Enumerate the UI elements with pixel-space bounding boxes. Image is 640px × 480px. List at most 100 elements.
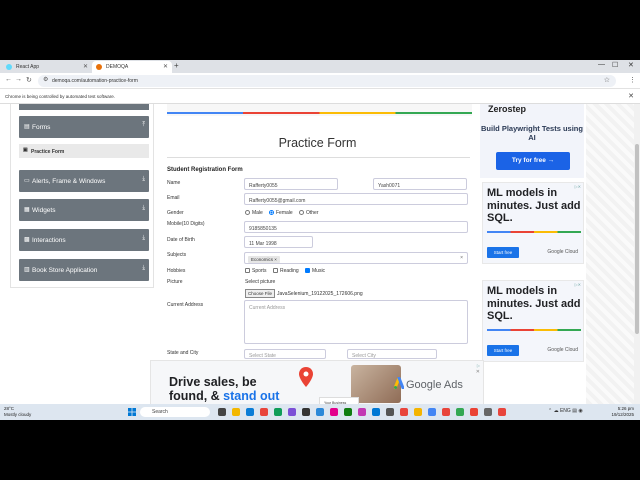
address-row: ← → ↻ ⚙ demoqa.com/automation-practice-f… <box>0 73 640 89</box>
hobby-reading-checkbox[interactable]: Reading <box>273 268 299 274</box>
chip-label: Economics <box>251 257 274 262</box>
ad-google-cloud[interactable]: ▷✕ ML models in minutes. Just add SQL. S… <box>482 280 584 362</box>
close-icon[interactable]: ✕ <box>163 63 168 70</box>
browser-window: React App ✕ DEMOQA ✕ + — ☐ ✕ ← → ↻ ⚙ dem… <box>0 60 640 420</box>
radio-icon <box>299 210 304 215</box>
app-icon[interactable] <box>358 408 366 416</box>
app-icon[interactable] <box>330 408 338 416</box>
google-ads-logo-icon <box>394 377 404 389</box>
app-icon[interactable] <box>302 408 310 416</box>
hobby-music-checkbox[interactable]: Music <box>305 268 325 274</box>
tab-demoqa[interactable]: DEMOQA ✕ <box>92 61 172 73</box>
app-icon[interactable] <box>288 408 296 416</box>
chevron-down-icon: ⤓ <box>142 176 145 182</box>
terminal-icon[interactable] <box>386 408 394 416</box>
city-select[interactable]: Select City <box>347 349 437 359</box>
chrome-icon[interactable] <box>260 408 268 416</box>
automation-notice: Chrome is being controlled by automated … <box>5 94 116 99</box>
task-view-icon[interactable] <box>218 408 226 416</box>
scrollbar-thumb[interactable] <box>635 144 639 334</box>
choose-file-button[interactable]: Choose File <box>245 289 276 298</box>
sidebar-group-forms[interactable]: ▤ Forms ⤒ <box>19 116 149 138</box>
sidebar-group-alerts[interactable]: ▭ Alerts, Frame & Windows ⤓ <box>19 170 149 192</box>
last-name-input[interactable]: Yash0071 <box>373 178 467 190</box>
page-scrollbar[interactable] <box>634 104 640 420</box>
hobbies-label: Hobbies <box>167 268 186 274</box>
ad-info-icon[interactable]: ▷ <box>477 363 480 368</box>
bookmark-star-icon[interactable]: ☆ <box>604 76 610 84</box>
automation-infobar: Chrome is being controlled by automated … <box>0 90 640 104</box>
close-icon[interactable]: ✕ <box>476 369 480 375</box>
file-upload[interactable]: Choose File JavaSelenium_19122025_172606.… <box>245 289 363 298</box>
tab-react-app[interactable]: React App ✕ <box>2 61 92 73</box>
state-select[interactable]: Select State <box>244 349 326 359</box>
start-free-button[interactable]: Start free <box>487 345 519 356</box>
address-bar[interactable]: ⚙ demoqa.com/automation-practice-form ☆ <box>38 75 616 87</box>
tray-icons[interactable]: ⌃ ☁ ENG ▤ ◉ <box>548 408 583 414</box>
chrome-icon[interactable] <box>400 408 408 416</box>
ad-zerostep[interactable]: Zerostep Build Playwright Tests using AI… <box>480 104 584 178</box>
start-free-button[interactable]: Start free <box>487 247 519 258</box>
weather-widget[interactable]: 28°C Mostly cloudy <box>4 406 31 417</box>
sidebar-group-book-store[interactable]: ▥ Book Store Application ⤓ <box>19 259 149 281</box>
new-tab-icon[interactable]: + <box>174 61 179 70</box>
sidebar-item-practice-form[interactable]: ▣ Practice Form <box>19 144 149 158</box>
reload-icon[interactable]: ↻ <box>26 76 32 84</box>
file-explorer-icon[interactable] <box>232 408 240 416</box>
gender-label: Gender <box>167 210 184 216</box>
name-label: Name <box>167 180 181 186</box>
sidebar-group-widgets[interactable]: ▦ Widgets ⤓ <box>19 199 149 221</box>
try-for-free-button[interactable]: Try for free → <box>496 152 570 170</box>
subjects-label: Subjects <box>167 252 187 258</box>
maximize-icon[interactable]: ☐ <box>612 61 618 69</box>
picture-label: Picture <box>167 279 183 285</box>
forward-icon[interactable]: → <box>15 76 22 83</box>
taskbar-search[interactable]: Search <box>140 407 210 417</box>
edge-icon[interactable] <box>246 408 254 416</box>
tray-clock[interactable]: 5:26 pm 19/12/2025 <box>611 406 634 417</box>
dob-input[interactable]: 11 Mar 1998 <box>244 236 313 248</box>
address-textarea[interactable]: Current Address <box>244 300 468 344</box>
screen: React App ✕ DEMOQA ✕ + — ☐ ✕ ← → ↻ ⚙ dem… <box>0 0 640 480</box>
browser-menu-icon[interactable]: ⋮ <box>629 76 636 84</box>
sidebar-group-interactions[interactable]: ▩ Interactions ⤓ <box>19 229 149 251</box>
close-icon[interactable]: ✕ <box>628 92 634 100</box>
email-input[interactable]: Rafferty0055@gmail.com <box>244 193 468 205</box>
subjects-input[interactable]: Economics × × <box>244 252 468 264</box>
app-icon[interactable] <box>414 408 422 416</box>
app-icon[interactable] <box>470 408 478 416</box>
clear-icon[interactable]: × <box>460 255 463 261</box>
close-icon[interactable]: × <box>274 257 277 262</box>
chrome-icon[interactable] <box>442 408 450 416</box>
app-icon[interactable] <box>456 408 464 416</box>
close-icon[interactable]: ✕ <box>83 63 88 70</box>
app-icon[interactable] <box>274 408 282 416</box>
vscode-icon[interactable] <box>372 408 380 416</box>
alerts-icon: ▭ <box>24 178 30 184</box>
url-text: demoqa.com/automation-practice-form <box>52 78 138 84</box>
back-icon[interactable]: ← <box>5 76 12 83</box>
first-name-input[interactable]: Rafferty0055 <box>244 178 338 190</box>
app-icon[interactable] <box>428 408 436 416</box>
mobile-input[interactable]: 9185850135 <box>244 221 468 233</box>
google-color-bar <box>487 231 581 233</box>
taskbar: 28°C Mostly cloudy Search ⌃ ☁ ENG ▤ ◉ 5:… <box>0 404 640 420</box>
ad-brand: Zerostep <box>488 104 527 114</box>
select-picture-label: Select picture <box>245 279 276 285</box>
ad-google-cloud[interactable]: ▷✕ ML models in minutes. Just add SQL. S… <box>482 182 584 264</box>
site-info-icon[interactable]: ⚙ <box>43 76 48 83</box>
gender-other-radio[interactable]: Other <box>299 210 319 216</box>
hobby-sports-checkbox[interactable]: Sports <box>245 268 266 274</box>
close-window-icon[interactable]: ✕ <box>628 61 634 69</box>
chevron-down-icon: ⤓ <box>142 205 145 211</box>
gender-male-radio[interactable]: Male <box>245 210 263 216</box>
windows-start-icon[interactable] <box>128 408 136 416</box>
google-cloud-logo: Google Cloud <box>547 347 578 353</box>
minimize-icon[interactable]: — <box>598 61 605 68</box>
app-icon[interactable] <box>344 408 352 416</box>
chrome-icon[interactable] <box>498 408 506 416</box>
app-icon[interactable] <box>484 408 492 416</box>
app-icon[interactable] <box>316 408 324 416</box>
checkbox-icon <box>273 268 278 273</box>
gender-female-radio[interactable]: Female <box>269 210 293 216</box>
